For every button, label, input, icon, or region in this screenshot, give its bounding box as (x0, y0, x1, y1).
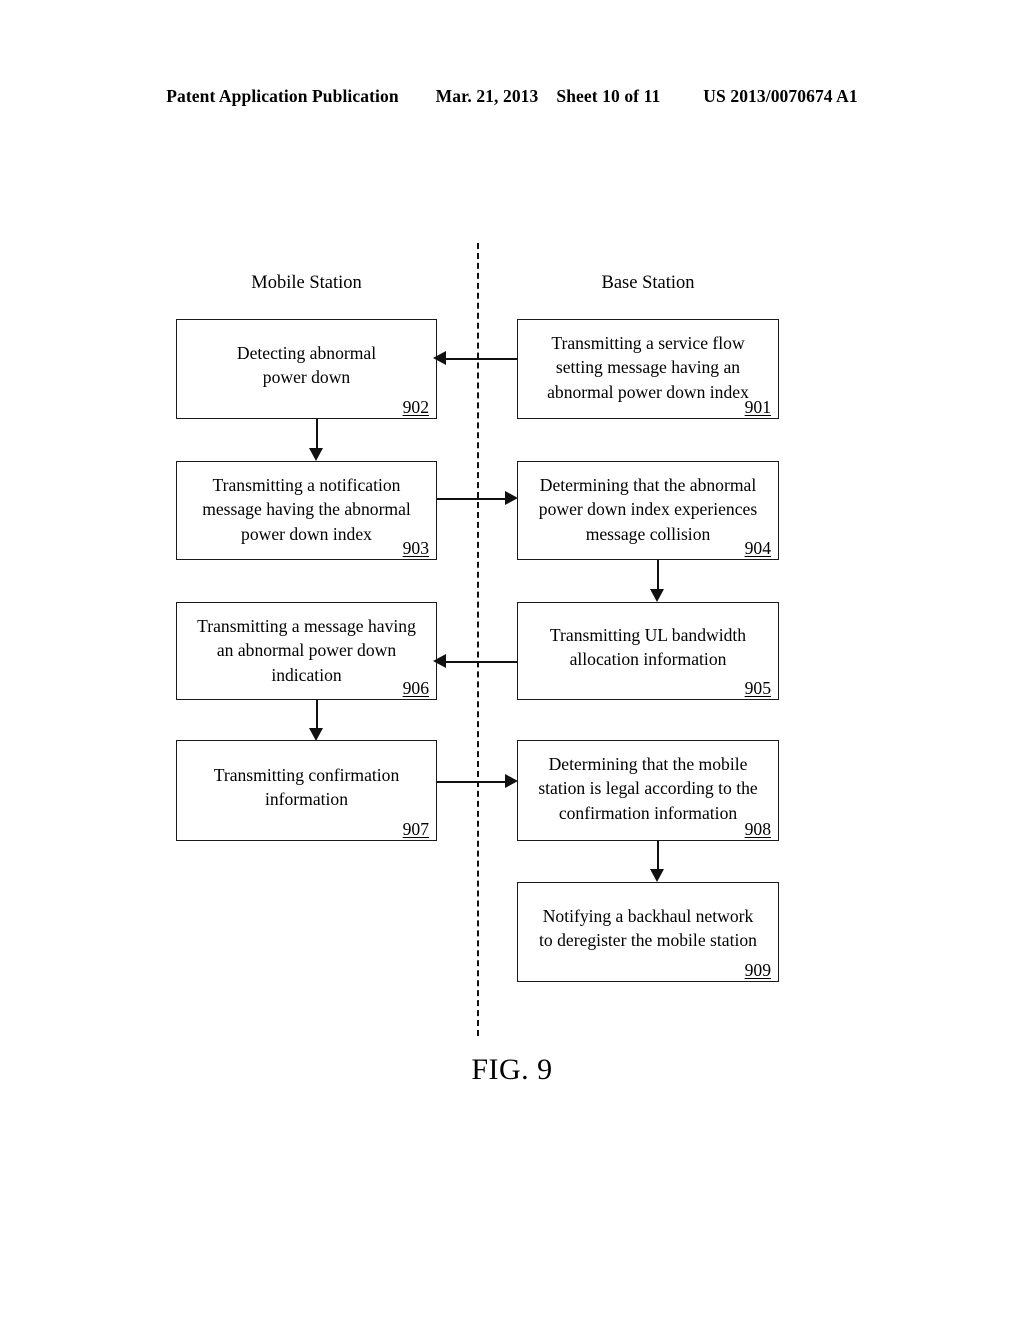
connector-905-to-906 (444, 661, 517, 663)
process-box-908-number: 908 (744, 818, 771, 839)
arrowhead-901-to-902 (433, 351, 446, 365)
process-box-909-line2: to deregister the mobile station (539, 930, 757, 951)
process-box-907-line1: Transmitting confirmation (213, 764, 400, 785)
process-box-906-line2: an abnormal power down (216, 640, 397, 661)
process-box-902-text: Detecting abnormal power down (185, 341, 428, 390)
process-box-903-line2: message having the abnormal (202, 499, 411, 520)
arrowhead-905-to-906 (433, 654, 446, 668)
process-box-905-number: 905 (744, 677, 771, 698)
process-box-901-line2: setting message having an (555, 357, 741, 378)
process-box-906-number: 906 (402, 677, 429, 698)
process-box-901-line3: abnormal power down index (547, 381, 749, 402)
process-box-904-line1: Determining that the abnormal (539, 475, 757, 495)
process-box-901-number: 901 (744, 396, 771, 417)
process-box-904-text: Determining that the abnormal power down… (526, 473, 770, 546)
process-box-901-line1: Transmitting a service flow (551, 333, 745, 353)
lane-title-base-station: Base Station (601, 273, 695, 293)
process-box-901: Transmitting a service flow setting mess… (517, 319, 779, 419)
process-box-904: Determining that the abnormal power down… (517, 461, 779, 560)
process-box-907-number: 907 (402, 818, 429, 839)
lane-divider (477, 243, 479, 1036)
process-box-909-text: Notifying a backhaul network to deregist… (526, 904, 770, 953)
process-box-905-line1: Transmitting UL bandwidth (549, 624, 747, 645)
process-box-907-line2: information (264, 788, 349, 809)
process-box-909-number: 909 (744, 959, 771, 980)
process-box-903-line1: Transmitting a notification (212, 475, 401, 495)
arrowhead-908-to-909 (650, 869, 664, 882)
process-box-902: Detecting abnormal power down 902 (176, 319, 437, 419)
process-box-906-line1: Transmitting a message having (197, 616, 416, 636)
arrowhead-902-to-903 (309, 448, 323, 461)
connector-907-to-908 (437, 781, 506, 783)
process-box-903: Transmitting a notification message havi… (176, 461, 437, 560)
arrowhead-907-to-908 (505, 774, 518, 788)
flowchart-diagram: Mobile Station Base Station Detecting ab… (0, 0, 1024, 1320)
process-box-908: Determining that the mobile station is l… (517, 740, 779, 841)
process-box-909-line1: Notifying a backhaul network (542, 905, 754, 926)
process-box-905-text: Transmitting UL bandwidth allocation inf… (526, 623, 770, 672)
process-box-908-line2: station is legal according to the (538, 778, 758, 799)
process-box-908-line3: confirmation information (558, 802, 738, 823)
process-box-902-number: 902 (402, 396, 429, 417)
connector-901-to-902 (444, 358, 517, 360)
process-box-908-line1: Determining that the mobile (548, 754, 748, 774)
process-box-904-line2: power down index experiences (538, 499, 758, 520)
process-box-909: Notifying a backhaul network to deregist… (517, 882, 779, 982)
connector-903-to-904 (437, 498, 506, 500)
process-box-906: Transmitting a message having an abnorma… (176, 602, 437, 700)
process-box-904-number: 904 (744, 537, 771, 558)
process-box-903-number: 903 (402, 537, 429, 558)
connector-904-to-905 (657, 560, 659, 590)
process-box-905-line2: allocation information (569, 649, 727, 670)
process-box-908-text: Determining that the mobile station is l… (526, 752, 770, 825)
process-box-904-line3: message collision (585, 523, 711, 544)
arrowhead-903-to-904 (505, 491, 518, 505)
process-box-906-text: Transmitting a message having an abnorma… (185, 614, 428, 687)
connector-906-to-907 (316, 700, 318, 729)
process-box-901-text: Transmitting a service flow setting mess… (526, 331, 770, 404)
connector-902-to-903 (316, 419, 318, 449)
process-box-903-line3: power down index (241, 523, 372, 544)
process-box-902-line2: power down (262, 367, 351, 388)
process-box-906-line3: indication (271, 664, 342, 685)
process-box-903-text: Transmitting a notification message havi… (185, 473, 428, 546)
figure-caption: FIG. 9 (471, 1053, 553, 1086)
process-box-905: Transmitting UL bandwidth allocation inf… (517, 602, 779, 700)
process-box-907: Transmitting confirmation information 90… (176, 740, 437, 841)
lane-title-mobile-station: Mobile Station (251, 273, 362, 293)
connector-908-to-909 (657, 841, 659, 870)
process-box-907-text: Transmitting confirmation information (185, 762, 428, 811)
arrowhead-904-to-905 (650, 589, 664, 602)
process-box-902-line1: Detecting abnormal (236, 342, 377, 363)
